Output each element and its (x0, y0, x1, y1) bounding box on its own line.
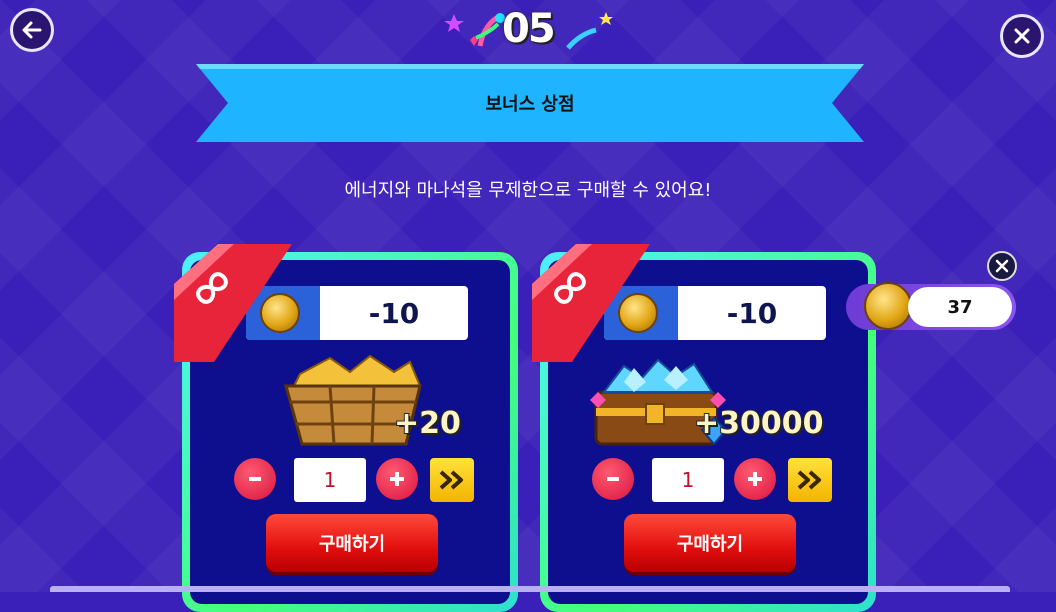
subtitle: 에너지와 마나석을 무제한으로 구매할 수 있어요! (344, 180, 712, 201)
coin-icon (864, 282, 912, 330)
bonus-amount: +20 (393, 405, 462, 442)
product-card-energy: -10 +20 1 구매하기 (174, 244, 518, 612)
close-icon (1014, 28, 1030, 44)
increase-button[interactable] (734, 458, 776, 500)
arrow-left-icon (22, 21, 42, 39)
double-chevron-right-icon (797, 470, 821, 490)
minus-icon (607, 477, 619, 481)
bottom-panel-edge (50, 586, 1010, 592)
plus-icon (390, 472, 404, 486)
wallet-close-button[interactable] (987, 251, 1017, 281)
unlimited-ribbon (174, 244, 292, 362)
quantity-stepper: 1 (592, 456, 842, 504)
buy-button[interactable]: 구매하기 (624, 514, 796, 572)
decrease-button[interactable] (592, 458, 634, 500)
quantity-field[interactable]: 1 (652, 458, 724, 502)
increase-button[interactable] (376, 458, 418, 500)
plus-icon (748, 472, 762, 486)
event-logo: 05 (440, 4, 620, 56)
double-chevron-right-icon (439, 470, 463, 490)
event-number: 05 (502, 6, 556, 52)
coin-balance: 37 (908, 287, 1012, 327)
price-text: -10 (368, 296, 420, 330)
page-title: 보너스 상점 (485, 94, 575, 115)
minus-icon (249, 477, 261, 481)
buy-button[interactable]: 구매하기 (266, 514, 438, 572)
max-quantity-button[interactable] (788, 458, 832, 502)
close-icon (995, 259, 1009, 273)
back-button[interactable] (10, 8, 54, 52)
product-card-mana: -10 +30000 1 구매하기 (532, 244, 876, 612)
price-text: -10 (726, 296, 778, 330)
close-button[interactable] (1000, 14, 1044, 58)
coin-wallet: 37 (846, 282, 1016, 330)
bonus-amount: +30000 (693, 405, 825, 442)
max-quantity-button[interactable] (430, 458, 474, 502)
quantity-field[interactable]: 1 (294, 458, 366, 502)
unlimited-ribbon (532, 244, 650, 362)
decrease-button[interactable] (234, 458, 276, 500)
quantity-stepper: 1 (234, 456, 484, 504)
